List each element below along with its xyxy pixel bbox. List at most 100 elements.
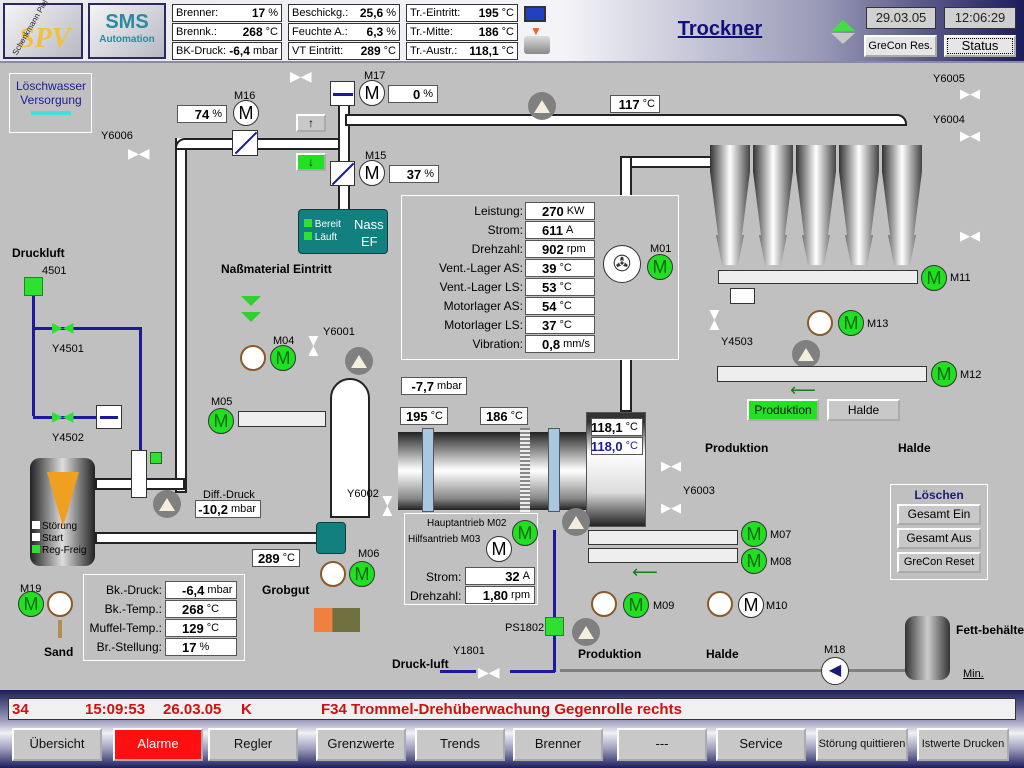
- gesamt-ein-button[interactable]: Gesamt Ein: [897, 504, 981, 525]
- footer-button-6[interactable]: ---: [617, 728, 707, 761]
- fan-table-value: 39 °C: [525, 259, 595, 277]
- pipe: [175, 138, 345, 150]
- footer-button-0[interactable]: Übersicht: [12, 728, 102, 761]
- footer-button-7[interactable]: Service: [716, 728, 806, 761]
- arrow-down-button[interactable]: ↓: [296, 153, 326, 171]
- arrow-up-button[interactable]: ↑: [296, 114, 326, 132]
- rotary-valve-m06-icon[interactable]: [320, 561, 346, 587]
- info-triangle-icon[interactable]: [345, 347, 373, 375]
- motor-m13[interactable]: M: [838, 310, 864, 336]
- burner-table-value: 17%: [165, 638, 237, 656]
- motor-m07[interactable]: M: [741, 521, 767, 547]
- valve-icon[interactable]: ▶◀: [290, 68, 312, 85]
- gesamt-aus-button[interactable]: Gesamt Aus: [897, 528, 981, 549]
- separator-m06: [316, 522, 346, 554]
- flow-arrow: [58, 620, 62, 638]
- valve-y4502-icon[interactable]: ▶◀: [52, 408, 74, 425]
- motor-m02[interactable]: M: [512, 520, 538, 546]
- footer-button-8[interactable]: Störung quittieren: [816, 728, 908, 761]
- page-down-icon[interactable]: [831, 33, 855, 44]
- info-triangle-icon[interactable]: [153, 490, 181, 518]
- damper-m17-icon[interactable]: [330, 81, 355, 106]
- valve-icon[interactable]: ▶◀: [960, 228, 980, 244]
- drum-ring: [548, 428, 560, 512]
- fett-tank[interactable]: [905, 616, 950, 680]
- valve-y6003-icon[interactable]: ▶◀: [661, 500, 681, 516]
- motor-m08[interactable]: M: [741, 548, 767, 574]
- drum-gear: [520, 428, 530, 512]
- loeschwasser-panel[interactable]: Löschwasser Versorgung: [9, 73, 92, 133]
- status-button[interactable]: Status: [944, 35, 1016, 57]
- alarm-line[interactable]: 34 15:09:53 26.03.05 K F34 Trommel-Drehü…: [8, 698, 1016, 720]
- motor-m19[interactable]: M: [18, 591, 44, 617]
- burner-table-label: Bk.-Temp.:: [104, 602, 162, 616]
- valve-y4501-icon[interactable]: ▶◀: [52, 319, 74, 336]
- damper-icon[interactable]: [96, 405, 122, 429]
- valve-y4503-icon[interactable]: ▶◀: [707, 310, 723, 330]
- motor-m16[interactable]: M: [233, 100, 259, 126]
- motor-m06[interactable]: M: [349, 561, 375, 587]
- fan-table-value: 902 rpm: [525, 240, 595, 258]
- fan-icon[interactable]: ✇: [603, 245, 641, 283]
- motor-m17[interactable]: M: [359, 80, 385, 106]
- header-value: Brenner: 17%: [172, 4, 282, 22]
- pump-m18-icon[interactable]: ◀: [821, 657, 849, 685]
- grecon-reset-button[interactable]: GreCon Reset: [897, 552, 981, 573]
- valve-y6001-icon[interactable]: ▶◀: [306, 336, 322, 356]
- header-value: Brennk.: 268 °C: [172, 23, 282, 41]
- pipe: [620, 156, 720, 168]
- footer-button-1[interactable]: Alarme: [113, 728, 203, 761]
- footer-button-3[interactable]: Grenzwerte: [316, 728, 406, 761]
- info-triangle-icon[interactable]: [528, 92, 556, 120]
- sms-logo: SMS Automation: [88, 3, 166, 59]
- footer-button-4[interactable]: Trends: [415, 728, 505, 761]
- nass-ef-unit[interactable]: Bereit Läuft Nass EF: [298, 209, 388, 254]
- valve-y6002-icon[interactable]: ▶◀: [380, 496, 396, 516]
- rotary-valve-m13-icon[interactable]: [807, 310, 833, 336]
- valve-y6004-icon[interactable]: ▶◀: [960, 128, 980, 144]
- valve-y6005-icon[interactable]: ▶◀: [960, 86, 980, 102]
- motor-m11[interactable]: M: [921, 265, 947, 291]
- damper-icon[interactable]: [131, 450, 147, 498]
- info-triangle-icon[interactable]: [572, 618, 600, 646]
- motor-m15[interactable]: M: [359, 160, 385, 186]
- motor-m01[interactable]: M: [647, 254, 673, 280]
- motor-m04[interactable]: M: [270, 345, 296, 371]
- rotary-valve-m04-icon[interactable]: [240, 345, 266, 371]
- footer-button-5[interactable]: Brenner: [513, 728, 603, 761]
- fan-table-label: Motorlager LS:: [444, 318, 523, 332]
- cyclone: [753, 145, 793, 265]
- produktion-button[interactable]: Produktion: [747, 399, 819, 421]
- valve-icon[interactable]: ▶◀: [661, 458, 681, 474]
- monitor-icon[interactable]: [524, 6, 546, 22]
- motor-m10[interactable]: M: [738, 592, 764, 618]
- motor-m09[interactable]: M: [623, 592, 649, 618]
- direction-arrow-icon: ⟵: [632, 562, 658, 582]
- fan-table-value: 611 A: [525, 221, 595, 239]
- printer-icon[interactable]: [524, 36, 550, 54]
- motor-m05[interactable]: M: [208, 408, 234, 434]
- valve-y1801-icon[interactable]: ▶◀: [478, 664, 500, 681]
- burner-table-value: 129 °C: [165, 619, 237, 637]
- rotary-valve-m10-icon[interactable]: [707, 591, 733, 617]
- pressure-switch-4501[interactable]: [24, 277, 43, 296]
- cyclone: [839, 145, 879, 265]
- halde-button[interactable]: Halde: [827, 399, 900, 421]
- motor-m12[interactable]: M: [931, 361, 957, 387]
- rotary-valve-icon[interactable]: [47, 591, 73, 617]
- drum-outlet-temp-1: 118,1 °C: [591, 418, 643, 436]
- info-triangle-icon[interactable]: [792, 340, 820, 368]
- pressure-switch-ps1802[interactable]: [545, 617, 564, 636]
- damper-m15-icon[interactable]: [330, 161, 355, 186]
- rotary-valve-m09-icon[interactable]: [591, 591, 617, 617]
- page-up-icon[interactable]: [831, 20, 855, 31]
- info-triangle-icon[interactable]: [562, 508, 590, 536]
- air-line: [510, 670, 555, 673]
- footer-button-2[interactable]: Regler: [208, 728, 298, 761]
- motor-m03[interactable]: M: [486, 536, 512, 562]
- grecon-res-button[interactable]: GreCon Res.: [864, 35, 937, 57]
- footer-button-9[interactable]: Istwerte Drucken: [917, 728, 1009, 761]
- valve-y6006-icon[interactable]: ▶◀: [128, 145, 150, 162]
- damper-m16-icon[interactable]: [232, 130, 258, 156]
- status-led-icon: [32, 533, 40, 541]
